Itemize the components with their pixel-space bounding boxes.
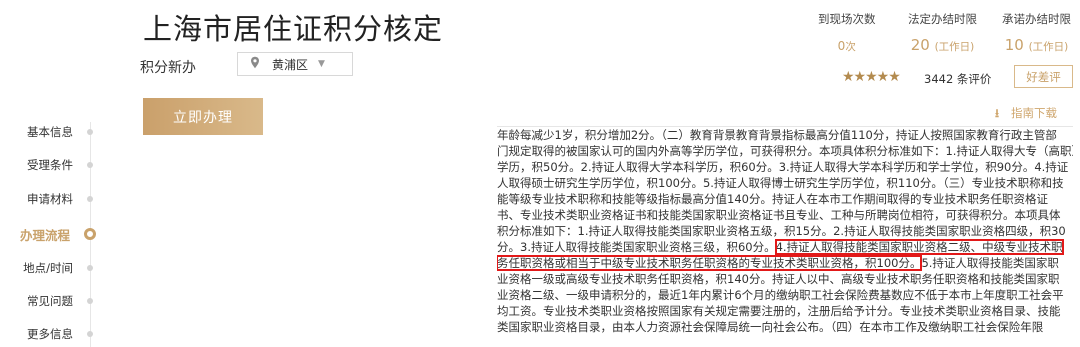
sidebar-item-materials[interactable]: 申请材料 [0, 189, 102, 209]
stat-label: 到现场次数 [818, 12, 876, 26]
page-title: 上海市居住证积分核定 [143, 12, 444, 46]
timeline-dot [87, 331, 93, 337]
timeline-dot [87, 162, 93, 168]
sidebar-item-label: 地点/时间 [23, 261, 73, 275]
district-select[interactable]: 黄浦区 ▼ [237, 52, 353, 76]
highlighted-text: 务任职资格或相当于中级专业技术职务任职资格的专业技术类职业资格，积100分。 [497, 255, 923, 271]
content-segment: 分。3.持证人取得技能类国家职业资格三级，积60分。 [497, 240, 776, 254]
content-line: 积分标准如下：1.持证人取得技能类国家职业资格五级，积15分。2.持证人取得技能… [497, 224, 1066, 238]
content-line: 业资格一级或高级专业技术职务任职资格，积140分。持证人以中、高级专业技术职务任… [497, 272, 1060, 286]
sidebar-item-faq[interactable]: 常见问题 [0, 291, 102, 311]
timeline-dot [87, 129, 93, 135]
sidebar-item-label: 办理流程 [19, 227, 70, 243]
stat-value: 10 (工作日) [1004, 36, 1069, 54]
district-value: 黄浦区 [272, 57, 309, 72]
rating-stars: ★★★★★ [842, 69, 901, 85]
sidebar-item-basic-info[interactable]: 基本信息 [0, 122, 102, 142]
timeline-dot [87, 196, 93, 202]
content-line: 业资格二级、一级申请积分的，最近1年内累计6个月的缴纳职工社会保险费基数应不低于… [497, 288, 1064, 302]
sidebar-item-location-time[interactable]: 地点/时间 [0, 258, 102, 278]
sidebar-item-label: 常见问题 [27, 294, 73, 308]
content-line: 门规定取得的被国家认可的国内外高等学历学位，可获得积分。本项具体积分标准如下：1… [497, 144, 1073, 158]
content-line: 类国家职业资格目录，由本人力资源社会保障局统一向社会公布。（四）在本市工作及缴纳… [497, 320, 1044, 334]
highlighted-text: 4.持证人取得技能类国家职业资格二级、中级专业技术职 [774, 239, 1064, 255]
sidebar-item-label: 受理条件 [27, 158, 73, 172]
chevron-down-icon: ▼ [318, 59, 325, 69]
stat-value: 20 (工作日) [910, 36, 975, 54]
download-icon: ⭳ [995, 106, 1000, 120]
content-line: 均工资。专业技术类职业资格按照国家有关规定需要注册的，注册后给予计分。专业技术类… [497, 304, 1061, 318]
legal-deadline-stat: 法定办结时限 20 (工作日) [908, 11, 977, 54]
stat-label: 法定办结时限 [908, 12, 977, 26]
content-segment: 5.持证人取得技能类国家职 [921, 256, 1059, 270]
sidebar-item-label: 更多信息 [27, 327, 73, 341]
rating-count: 3442 条评价 [924, 72, 992, 86]
service-type-label: 积分新办 [140, 60, 196, 76]
content-line: 务任职资格或相当于中级专业技术职务任职资格的专业技术类职业资格，积100分。5.… [497, 255, 1073, 271]
promised-deadline-stat: 承诺办结时限 10 (工作日) [1002, 11, 1071, 54]
sidebar-item-more-info[interactable]: 更多信息 [0, 324, 102, 344]
content-line: 人取得硕士研究生学历学位，积100分。5.持证人取得博士研究生学历学位，积110… [497, 176, 1064, 190]
content-line: 学历，积50分。2.持证人取得大学本科学历，积60分。3.持证人取得大学本科学历… [497, 160, 1069, 174]
stat-value: 0次 [837, 39, 856, 53]
sidebar-item-label: 申请材料 [27, 192, 73, 206]
content-line: 年龄每减少1岁，积分增加2分。（二）教育背景教育背景指标最高分值110分，持证人… [497, 128, 1057, 142]
process-content: 年龄每减少1岁，积分增加2分。（二）教育背景教育背景指标最高分值110分，持证人… [497, 127, 1073, 347]
download-guide-label: 指南下载 [1011, 106, 1057, 120]
apply-now-button[interactable]: 立即办理 [143, 98, 263, 135]
content-line: 书、专业技术类职业资格证书和技能类国家职业资格证书且专业、工种与所聘岗位相符，可… [497, 208, 1061, 222]
content-line: 分。3.持证人取得技能类国家职业资格三级，积60分。4.持证人取得技能类国家职业… [497, 239, 1073, 255]
sidebar-item-conditions[interactable]: 受理条件 [0, 155, 102, 175]
timeline-dot [87, 298, 93, 304]
download-guide-link[interactable]: ⭳ 指南下载 [995, 105, 1057, 125]
stat-label: 承诺办结时限 [1002, 12, 1071, 26]
location-pin-icon [250, 56, 266, 72]
visit-count-stat: 到现场次数 0次 [818, 11, 876, 54]
review-button[interactable]: 好差评 [1014, 65, 1073, 88]
sidebar-item-process[interactable]: 办理流程 [0, 224, 102, 244]
timeline-dot-active [84, 228, 96, 240]
content-line: 能等级专业技术职称和技能等级指标最高分值140分。持证人在本市工作期间取得的专业… [497, 192, 1048, 206]
timeline-dot [87, 265, 93, 271]
sidebar-item-label: 基本信息 [27, 125, 73, 139]
